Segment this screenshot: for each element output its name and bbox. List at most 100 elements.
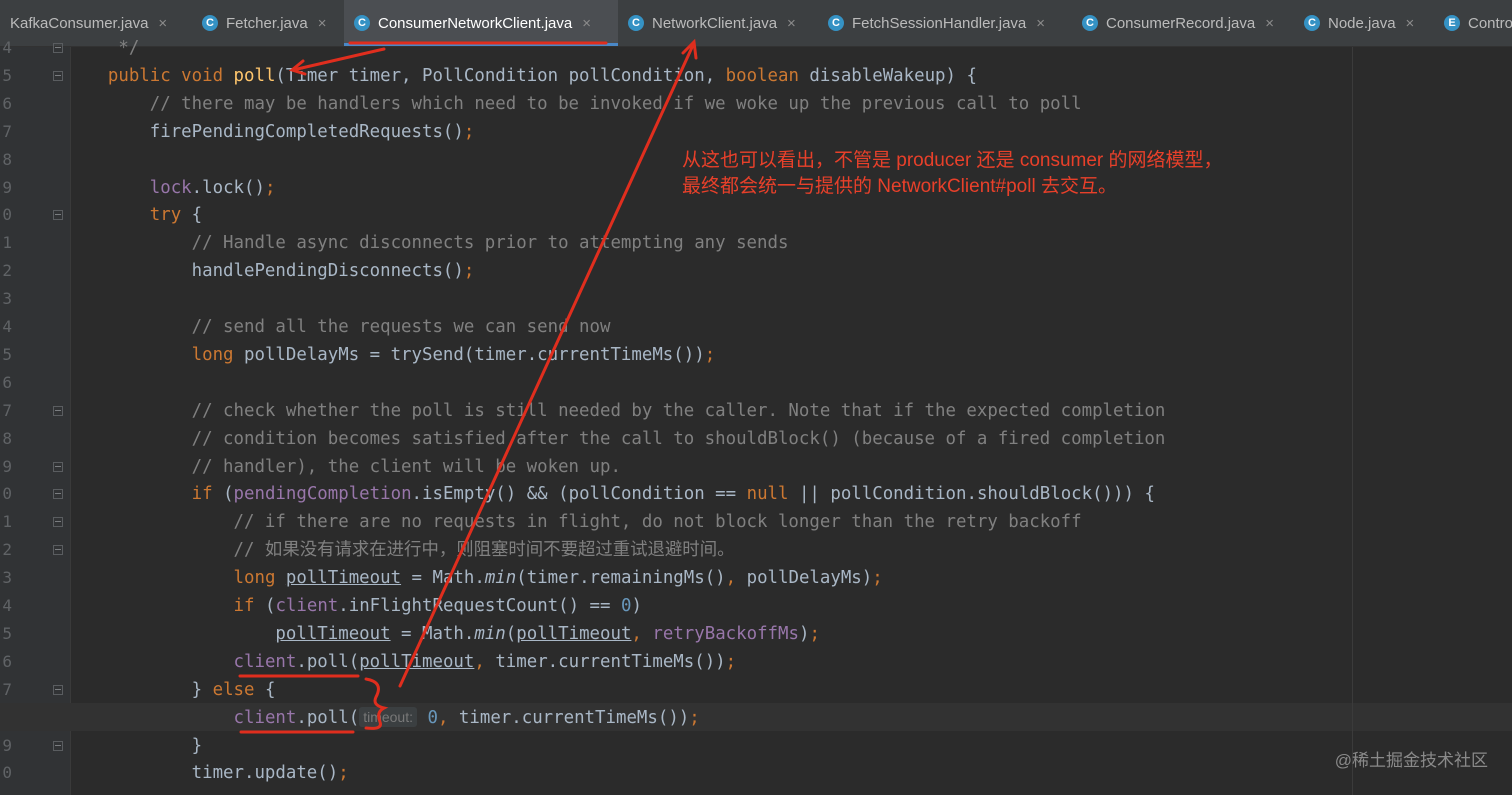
close-tab-icon[interactable]: × xyxy=(1265,15,1274,32)
code-token: min xyxy=(484,568,517,589)
code-token: */ xyxy=(66,38,140,58)
code-token: // if there are no requests in flight, d… xyxy=(66,512,1082,533)
code-token: ; xyxy=(689,707,700,728)
code-line: pollTimeout = Math.min(pollTimeout, retr… xyxy=(66,620,820,648)
code-line: */ xyxy=(66,34,139,62)
code-token: .lock() xyxy=(191,177,265,198)
code-token: { xyxy=(191,205,203,226)
code-token: ( xyxy=(223,484,234,505)
fold-marker-icon[interactable] xyxy=(53,43,63,53)
code-line: lock.lock(); xyxy=(66,174,276,202)
code-token: ; xyxy=(809,623,820,644)
code-token: timer.currentTimeMs()) xyxy=(458,707,690,728)
code-token: (Timer timer, PollCondition pollConditio… xyxy=(275,65,726,86)
code-token: firePendingCompletedRequests() xyxy=(66,121,464,142)
code-token: lock xyxy=(149,177,192,198)
code-token: pollTimeout xyxy=(275,623,391,644)
close-tab-icon[interactable]: × xyxy=(1036,15,1045,32)
close-tab-icon[interactable]: × xyxy=(787,15,796,32)
class-file-icon: C xyxy=(202,15,218,31)
line-number: 9 xyxy=(2,456,12,476)
code-token: boolean xyxy=(725,65,810,86)
code-token: .inFlightRequestCount() == xyxy=(338,596,621,616)
code-token: 0 xyxy=(427,707,438,728)
code-token: } xyxy=(66,735,203,756)
fold-marker-icon[interactable] xyxy=(53,461,63,472)
class-file-icon: C xyxy=(354,15,370,31)
tab-fetchsessionhandler[interactable]: C FetchSessionHandler.java × xyxy=(818,0,1072,46)
close-tab-icon[interactable]: × xyxy=(582,15,591,32)
code-line: client.poll(pollTimeout, timer.currentTi… xyxy=(66,648,737,676)
code-token: ; xyxy=(338,763,349,784)
tab-node[interactable]: C Node.java × xyxy=(1294,0,1434,46)
code-token: ; xyxy=(463,261,475,282)
code-line: long pollDelayMs = trySend(timer.current… xyxy=(66,341,716,369)
code-token: , xyxy=(631,623,653,644)
code-line: handlePendingDisconnects(); xyxy=(66,257,475,285)
fold-marker-icon[interactable] xyxy=(53,517,63,528)
code-token: disableWakeup) { xyxy=(809,65,977,86)
tab-label: Node.java xyxy=(1328,14,1396,32)
line-number: 0 xyxy=(2,484,12,504)
tab-consumernetworkclient[interactable]: C ConsumerNetworkClient.java × xyxy=(344,0,618,46)
fold-marker-icon[interactable] xyxy=(53,210,63,221)
line-number: 7 xyxy=(2,679,12,699)
code-token: // handler), the client will be woken up… xyxy=(66,456,621,477)
fold-marker-icon[interactable] xyxy=(53,70,63,81)
line-number: 7 xyxy=(2,400,12,420)
code-line: firePendingCompletedRequests(); xyxy=(66,118,475,146)
code-token: pollDelayMs) xyxy=(746,568,873,589)
tab-contro[interactable]: E Contro xyxy=(1434,0,1512,46)
code-token: , xyxy=(725,568,747,589)
class-file-icon: C xyxy=(1082,15,1098,31)
line-number-gutter: 456789012345678901234567890 xyxy=(0,38,71,795)
tab-label: Contro xyxy=(1468,14,1512,32)
code-token: ; xyxy=(264,177,276,198)
code-line: // send all the requests we can send now xyxy=(66,313,611,341)
close-tab-icon[interactable]: × xyxy=(1406,15,1415,32)
code-token: .poll( xyxy=(296,707,360,728)
tab-networkclient[interactable]: C NetworkClient.java × xyxy=(618,0,818,46)
code-token: ) xyxy=(631,596,642,616)
close-tab-icon[interactable]: × xyxy=(158,15,167,32)
code-token: pollTimeout xyxy=(516,623,632,644)
code-line: try { xyxy=(66,201,202,229)
code-line: // there may be handlers which need to b… xyxy=(66,90,1082,118)
code-token: , xyxy=(474,651,496,672)
annotation-line-2: 最终都会统一与提供的 NetworkClient#poll 去交互。 xyxy=(682,176,1117,197)
line-number: 9 xyxy=(2,177,12,197)
tab-fetcher[interactable]: C Fetcher.java × xyxy=(192,0,342,46)
tab-label: KafkaConsumer.java xyxy=(10,14,149,32)
fold-marker-icon[interactable] xyxy=(53,545,63,556)
code-line: // check whether the poll is still neede… xyxy=(66,397,1166,425)
close-tab-icon[interactable]: × xyxy=(318,15,327,32)
code-line: public void poll(Timer timer, PollCondit… xyxy=(66,62,977,90)
code-token: else xyxy=(212,679,265,700)
code-line: // Handle async disconnects prior to att… xyxy=(66,229,789,257)
code-token: { xyxy=(264,679,276,700)
fold-marker-icon[interactable] xyxy=(53,489,63,500)
code-line: } xyxy=(66,732,203,760)
code-token: poll xyxy=(233,65,276,86)
code-token: // Handle async disconnects prior to att… xyxy=(66,233,789,254)
code-line: if (client.inFlightRequestCount() == 0) xyxy=(66,592,642,620)
fold-marker-icon[interactable] xyxy=(53,405,63,416)
tab-consumerrecord[interactable]: C ConsumerRecord.java × xyxy=(1072,0,1294,46)
right-margin-guide xyxy=(1352,47,1353,795)
fold-marker-icon[interactable] xyxy=(53,684,63,695)
fold-marker-icon[interactable] xyxy=(53,740,63,751)
line-number: 4 xyxy=(2,38,12,57)
code-token: client xyxy=(275,596,339,616)
code-token: try xyxy=(149,205,192,226)
code-token: 0 xyxy=(620,596,632,616)
code-token: client xyxy=(233,651,297,672)
line-number: 8 xyxy=(2,428,12,448)
